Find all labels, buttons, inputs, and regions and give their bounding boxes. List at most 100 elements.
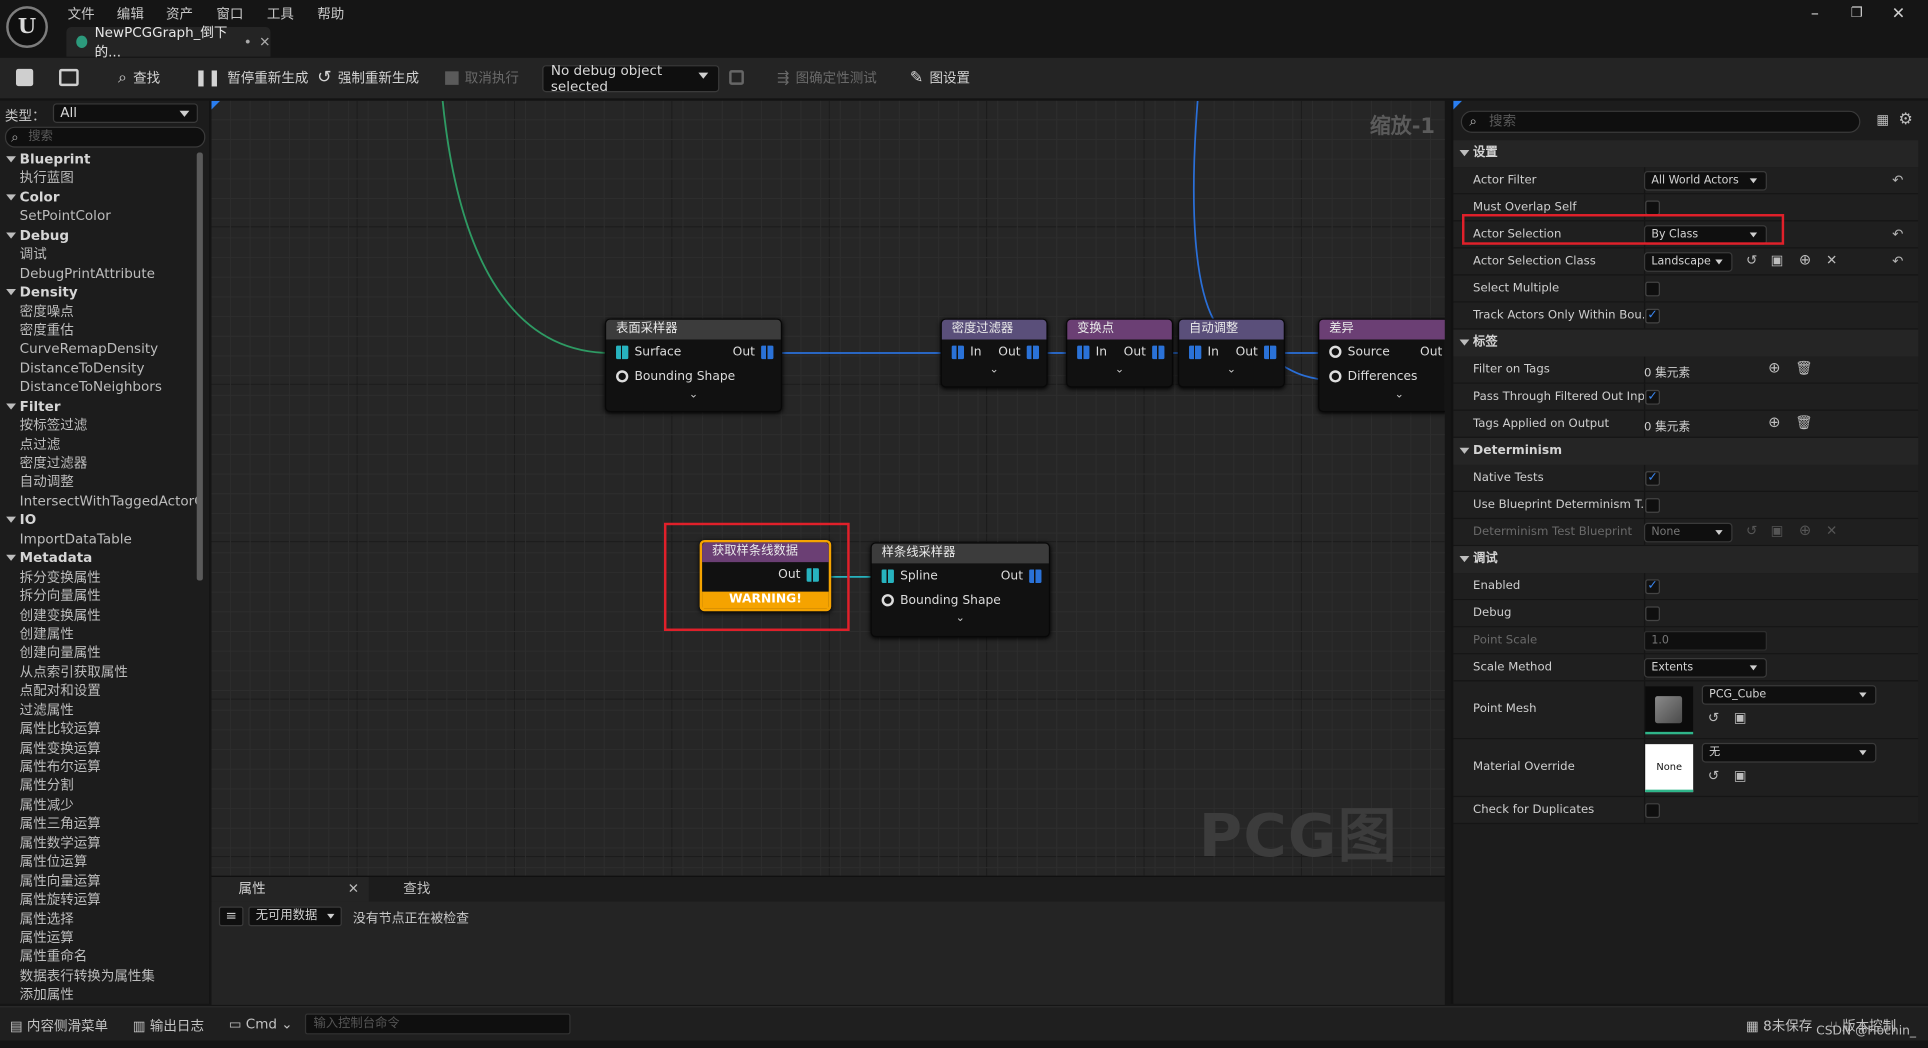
material-override-dropdown[interactable]: 无 (1701, 742, 1877, 763)
palette-category[interactable]: IO (0, 511, 197, 530)
graph-canvas[interactable]: 缩放-1 PCG图表 表面采样器 SurfaceOut Bounding Sha… (211, 100, 1445, 876)
clear-icon[interactable]: ✕ (1826, 523, 1837, 539)
palette-category[interactable]: Metadata (0, 549, 197, 568)
palette-search-input[interactable]: ⌕ 搜索 (4, 126, 206, 148)
use-selected-icon[interactable]: ↺ (1708, 768, 1719, 784)
palette-item[interactable]: 属性向量运算 (0, 872, 197, 891)
node-difference[interactable]: 差异 Source Out Differences ⌄ (1318, 318, 1445, 413)
palette-item[interactable]: 密度噪点 (0, 302, 197, 321)
palette-item[interactable]: 创建变换属性 (0, 606, 197, 625)
add-icon[interactable]: ⊕ (1799, 251, 1811, 268)
pin-bounding-shape[interactable]: Bounding Shape (872, 588, 1049, 613)
palette-category[interactable]: Blueprint (0, 150, 197, 169)
actor-class-dropdown[interactable]: Landscape (1643, 252, 1733, 272)
palette-item[interactable]: IntersectWithTaggedActorGec (0, 492, 197, 511)
palette-item[interactable]: 密度重估 (0, 321, 197, 340)
actor-filter-dropdown[interactable]: All World Actors (1643, 170, 1767, 191)
settings-gear-icon[interactable]: ⚙ (1899, 111, 1913, 129)
material-thumbnail[interactable]: None (1645, 744, 1694, 793)
menu-help[interactable]: 帮助 (317, 4, 344, 24)
point-mesh-dropdown[interactable]: PCG_Cube (1701, 685, 1877, 705)
unreal-logo-icon[interactable]: U (6, 6, 48, 48)
filter-icon[interactable]: ≡ (218, 906, 244, 927)
section-settings[interactable]: 设置 (1453, 140, 1919, 168)
expand-icon[interactable]: ⌄ (942, 364, 1047, 376)
type-dropdown[interactable]: All (52, 103, 198, 123)
section-determinism[interactable]: Determinism (1453, 437, 1919, 465)
unsaved-button[interactable]: ▦ 8未保存 (1746, 1016, 1812, 1036)
tab-properties[interactable]: 属性 ✕ (211, 876, 369, 902)
add-element-icon[interactable]: ⊕ (1768, 413, 1780, 430)
palette-item[interactable]: 属性重命名 (0, 948, 197, 967)
palette-item[interactable]: 属性变换运算 (0, 739, 197, 758)
browse-icon[interactable]: ▣ (1734, 710, 1747, 726)
browse-icon[interactable]: ▣ (1771, 523, 1784, 539)
expand-icon[interactable]: ⌄ (1067, 364, 1172, 376)
node-auto-adjust[interactable]: 自动调整 In Out ⌄ (1177, 318, 1285, 388)
palette-item[interactable]: 属性数学运算 (0, 834, 197, 853)
pin-bounding-shape[interactable]: Bounding Shape (606, 364, 781, 389)
point-scale-input[interactable]: 1.0 (1643, 630, 1767, 651)
reset-icon[interactable]: ↶ (1892, 226, 1903, 242)
pin-differences[interactable]: Differences (1319, 364, 1444, 389)
cancel-execution-button[interactable]: 取消执行 (445, 68, 519, 88)
use-selected-icon[interactable]: ↺ (1746, 523, 1757, 539)
section-tags[interactable]: 标签 (1453, 329, 1919, 357)
palette-category[interactable]: Debug (0, 226, 197, 245)
palette-item[interactable]: 点配对和设置 (0, 682, 197, 701)
palette-item[interactable]: 调试 (0, 245, 197, 264)
use-blueprint-checkbox[interactable] (1645, 498, 1660, 513)
expand-icon[interactable]: ⌄ (872, 613, 1049, 625)
palette-item[interactable]: 属性位运算 (0, 853, 197, 872)
palette-item[interactable]: 属性比较运算 (0, 720, 197, 739)
palette-item[interactable]: 从点索引获取属性 (0, 663, 197, 682)
console-input[interactable]: 输入控制台命令 (304, 1013, 571, 1035)
palette-scrollbar[interactable] (196, 152, 203, 581)
save-icon[interactable] (15, 68, 34, 87)
expand-icon[interactable]: ⌄ (606, 389, 781, 401)
expand-icon[interactable]: ⌄ (1319, 389, 1444, 401)
palette-category[interactable]: Density (0, 283, 197, 302)
palette-item[interactable]: 数据表行转换为属性集 (0, 967, 197, 986)
use-selected-icon[interactable]: ↺ (1708, 710, 1719, 726)
pin-in[interactable]: In Out (1067, 339, 1172, 364)
cmd-dropdown[interactable]: ▭ Cmd ⌄ (229, 1016, 293, 1032)
pin-surface[interactable]: Surface Out (606, 339, 781, 364)
palette-item[interactable]: 拆分变换属性 (0, 568, 197, 587)
palette-item[interactable]: 属性三角运算 (0, 815, 197, 834)
pin-spline[interactable]: Spline Out (872, 563, 1049, 588)
trash-icon[interactable]: 🗑 (1795, 360, 1812, 376)
pin-in[interactable]: In Out (942, 339, 1047, 364)
add-icon[interactable]: ⊕ (1799, 522, 1811, 539)
tab-find[interactable]: 查找 (376, 877, 499, 902)
filter-dropdown[interactable]: 无可用数据 (248, 906, 342, 927)
palette-item[interactable]: 自动调整 (0, 473, 197, 492)
node-surface-sampler[interactable]: 表面采样器 Surface Out Bounding Shape ⌄ (604, 318, 783, 413)
palette-item[interactable]: DistanceToDensity (0, 359, 197, 378)
palette-item[interactable]: SetPointColor (0, 207, 197, 226)
clear-icon[interactable]: ✕ (1826, 252, 1837, 268)
scale-method-dropdown[interactable]: Extents (1643, 658, 1767, 678)
palette-item[interactable]: DistanceToNeighbors (0, 378, 197, 397)
node-spline-sampler[interactable]: 样条线采样器 Spline Out Bounding Shape ⌄ (870, 542, 1051, 638)
graph-settings-button[interactable]: ✎ 图设置 (910, 68, 970, 88)
trash-icon[interactable]: 🗑 (1795, 415, 1812, 431)
grid-view-icon[interactable]: ▦ (1876, 112, 1889, 128)
browse-icon[interactable]: ▣ (1734, 768, 1747, 784)
check-duplicates-checkbox[interactable] (1645, 803, 1660, 818)
palette-item[interactable]: 创建属性 (0, 625, 197, 644)
pin-source[interactable]: Source Out (1319, 339, 1444, 364)
palette-category[interactable]: Filter (0, 397, 197, 416)
menu-window[interactable]: 窗口 (216, 4, 243, 24)
palette-item[interactable]: 属性减少 (0, 796, 197, 815)
menu-file[interactable]: 文件 (68, 4, 95, 24)
find-button[interactable]: ⌕ 查找 (118, 68, 160, 88)
node-transform-points[interactable]: 变换点 In Out ⌄ (1066, 318, 1174, 388)
palette-item[interactable]: 添加属性 (0, 986, 197, 1005)
pause-regenerate-button[interactable]: ❚❚ 暂停重新生成 (194, 68, 308, 88)
palette-item[interactable]: 执行蓝图 (0, 169, 197, 188)
force-regenerate-button[interactable]: ↺ 强制重新生成 (317, 68, 419, 88)
palette-item[interactable]: ImportDataTable (0, 530, 197, 549)
minimize-icon[interactable]: – (1803, 5, 1828, 23)
palette-item[interactable]: 创建向量属性 (0, 644, 197, 663)
